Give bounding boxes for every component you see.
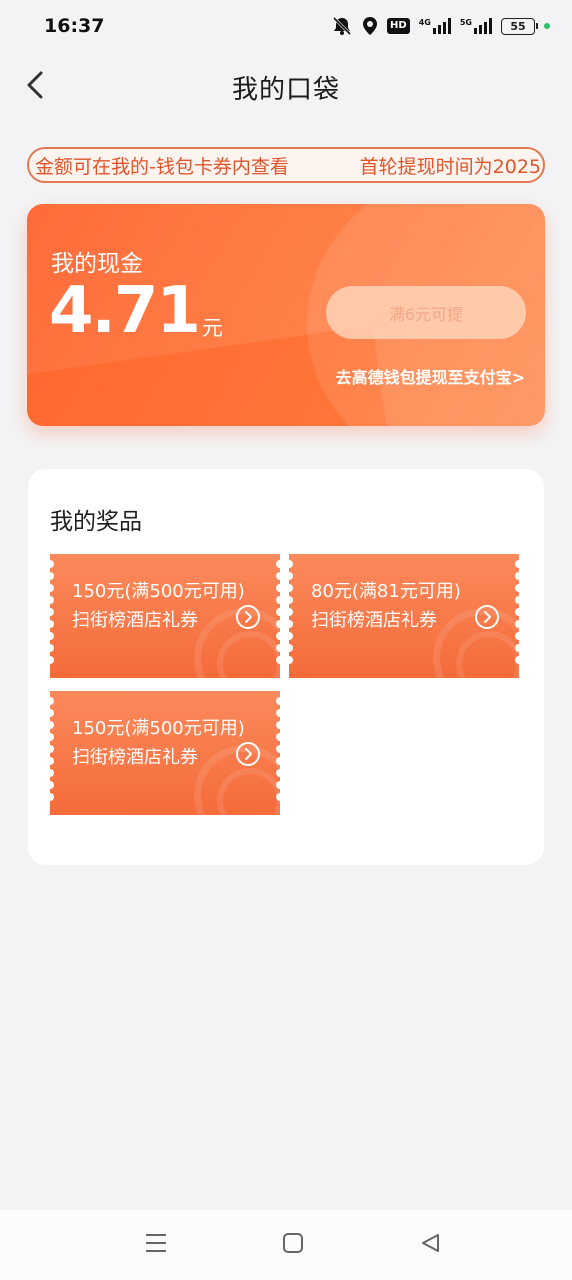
- status-bar: 16:37 HD 4G 5G 55: [0, 0, 572, 52]
- cash-unit: 元: [201, 316, 223, 340]
- status-icons: HD 4G 5G 55: [331, 16, 550, 36]
- hd-badge: HD: [387, 18, 410, 34]
- page-title: 我的口袋: [231, 74, 340, 105]
- menu-icon: [144, 1232, 168, 1258]
- system-nav-bar: [0, 1210, 572, 1280]
- coupon-title: 80元(满81元可用): [311, 581, 461, 602]
- prizes-panel: 我的奖品 150元(满500元可用) 扫街榜酒店礼券 80元(满81元可用) 扫…: [28, 469, 544, 865]
- status-time: 16:37: [44, 15, 105, 37]
- coupon-card[interactable]: 150元(满500元可用) 扫街榜酒店礼券: [50, 554, 280, 678]
- net-label-4g: 4G: [418, 18, 431, 27]
- notice-banner: 金额可在我的-钱包卡券内查看 首轮提现时间为2025: [27, 147, 545, 183]
- chevron-right-circle-icon: [475, 605, 499, 629]
- coupon-title: 150元(满500元可用): [72, 718, 245, 739]
- coupon-card[interactable]: 80元(满81元可用) 扫街榜酒店礼券: [289, 554, 519, 678]
- coupon-subtitle: 扫街榜酒店礼券: [72, 610, 198, 631]
- privacy-dot: [544, 23, 550, 29]
- coupon-subtitle: 扫街榜酒店礼券: [311, 610, 437, 631]
- notice-text-left: 金额可在我的-钱包卡券内查看: [35, 155, 289, 178]
- coupon-subtitle: 扫街榜酒店礼券: [72, 747, 198, 768]
- cash-label: 我的现金: [51, 251, 143, 277]
- notice-text-right: 首轮提现时间为2025: [359, 155, 541, 178]
- chevron-right-circle-icon: [236, 605, 260, 629]
- coupon-card[interactable]: 150元(满500元可用) 扫街榜酒店礼券: [50, 691, 280, 815]
- chevron-left-icon: [25, 70, 45, 104]
- cash-amount-row: 4.71 元: [49, 276, 223, 346]
- chevron-right-circle-icon: [236, 742, 260, 766]
- cash-amount: 4.71: [49, 274, 201, 348]
- menu-button[interactable]: [143, 1232, 169, 1258]
- back-system-button[interactable]: [417, 1232, 443, 1258]
- signal-group-1: 4G: [419, 18, 451, 34]
- coupon-title: 150元(满500元可用): [72, 581, 245, 602]
- signal-group-2: 5G: [460, 18, 492, 34]
- home-button[interactable]: [280, 1232, 306, 1258]
- withdraw-button[interactable]: 满6元可提: [326, 286, 526, 339]
- prizes-title: 我的奖品: [50, 509, 142, 535]
- wallet-link[interactable]: 去高德钱包提现至支付宝>: [336, 364, 525, 388]
- cash-card: 我的现金 4.71 元 满6元可提 去高德钱包提现至支付宝>: [27, 204, 545, 426]
- back-triangle-icon: [419, 1232, 441, 1258]
- bell-muted-icon: [331, 16, 353, 36]
- coupon-notch: [50, 560, 54, 664]
- location-icon: [362, 16, 378, 36]
- signal-icon: [474, 18, 492, 34]
- battery-icon: 55: [501, 17, 538, 35]
- home-square-icon: [282, 1232, 304, 1258]
- nav-header: 我的口袋: [0, 58, 572, 116]
- net-label-5g: 5G: [459, 18, 472, 27]
- signal-icon: [432, 18, 451, 34]
- back-button[interactable]: [18, 70, 52, 104]
- coupon-notch: [50, 697, 54, 801]
- coupon-notch: [289, 560, 293, 664]
